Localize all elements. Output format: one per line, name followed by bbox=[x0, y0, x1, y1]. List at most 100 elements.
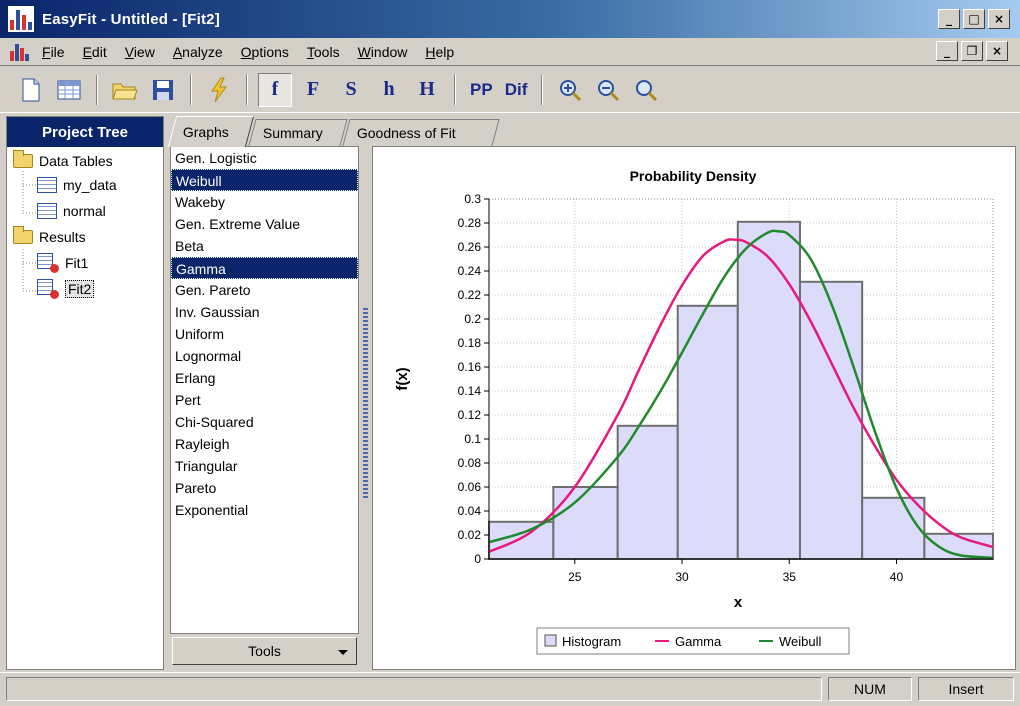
tree-node-table[interactable]: my_data bbox=[37, 177, 117, 193]
tab-goodness-of-fit[interactable]: Goodness of Fit bbox=[342, 119, 500, 146]
list-item[interactable]: Exponential bbox=[171, 499, 358, 521]
maximize-button[interactable]: □ bbox=[963, 9, 985, 29]
cumulative-hazard-graph-button[interactable]: H bbox=[410, 73, 444, 107]
x-tick-label: 30 bbox=[675, 570, 689, 584]
panel-splitter[interactable] bbox=[360, 148, 371, 668]
tools-label: Tools bbox=[248, 643, 281, 659]
x-tick-label: 25 bbox=[568, 570, 582, 584]
survival-graph-button[interactable]: S bbox=[334, 73, 368, 107]
table-icon bbox=[57, 80, 81, 99]
x-axis-label: x bbox=[734, 594, 743, 611]
hazard-graph-button[interactable]: h bbox=[372, 73, 406, 107]
tree-node-fit[interactable]: Fit1 bbox=[37, 253, 88, 273]
tree-node-results[interactable]: Results bbox=[13, 226, 86, 245]
list-item[interactable]: Gen. Extreme Value bbox=[171, 213, 358, 235]
y-tick-label: 0.16 bbox=[458, 360, 482, 374]
tab-graphs[interactable]: Graphs bbox=[167, 116, 255, 147]
menu-file[interactable]: File bbox=[42, 44, 65, 60]
save-button[interactable] bbox=[146, 73, 180, 107]
y-tick-label: 0.18 bbox=[458, 336, 482, 350]
list-item[interactable]: Rayleigh bbox=[171, 433, 358, 455]
tab-summary[interactable]: Summary bbox=[248, 119, 348, 146]
menu-tools[interactable]: Tools bbox=[307, 44, 340, 60]
doc-restore-button[interactable]: ❐ bbox=[961, 41, 983, 61]
difference-plot-button[interactable]: Dif bbox=[501, 73, 532, 107]
open-button[interactable] bbox=[108, 73, 142, 107]
new-file-button[interactable] bbox=[14, 73, 48, 107]
legend: Histogram Gamma Weibull bbox=[536, 627, 850, 655]
list-item-selected[interactable]: Weibull bbox=[171, 169, 358, 191]
doc-close-button[interactable]: × bbox=[986, 41, 1008, 61]
y-tick-label: 0.02 bbox=[458, 528, 482, 542]
tools-dropdown-button[interactable]: Tools bbox=[172, 637, 357, 665]
list-item[interactable]: Erlang bbox=[171, 367, 358, 389]
y-tick-label: 0.06 bbox=[458, 480, 482, 494]
list-item[interactable]: Triangular bbox=[171, 455, 358, 477]
pp-plot-button[interactable]: PP bbox=[466, 73, 497, 107]
list-item-selected[interactable]: Gamma bbox=[171, 257, 358, 279]
y-tick-label: 0.24 bbox=[458, 264, 482, 278]
list-item[interactable]: Gen. Logistic bbox=[171, 147, 358, 169]
lightning-icon bbox=[211, 77, 227, 102]
save-disk-icon bbox=[153, 79, 173, 100]
tab-label: Goodness of Fit bbox=[356, 125, 456, 141]
new-file-icon bbox=[22, 78, 40, 101]
list-item[interactable]: Pareto bbox=[171, 477, 358, 499]
menu-options[interactable]: Options bbox=[241, 44, 289, 60]
folder-icon bbox=[13, 150, 33, 168]
chevron-down-icon bbox=[338, 650, 348, 655]
list-item[interactable]: Beta bbox=[171, 235, 358, 257]
table-icon bbox=[37, 177, 57, 193]
cdf-graph-button[interactable]: F bbox=[296, 73, 330, 107]
window-title: EasyFit - Untitled - [Fit2] bbox=[42, 10, 220, 28]
tree-node-label: normal bbox=[63, 203, 106, 219]
zoom-in-button[interactable] bbox=[553, 73, 587, 107]
probability-density-chart: Probability Density 0 0.02 0.04 0.06 0.08 0.1… bbox=[394, 168, 995, 655]
list-item[interactable]: Lognormal bbox=[171, 345, 358, 367]
chart-panel: Probability Density 0 0.02 0.04 0.06 0.08 0.1… bbox=[372, 146, 1016, 670]
new-table-button[interactable] bbox=[52, 73, 86, 107]
list-item[interactable]: Pert bbox=[171, 389, 358, 411]
y-tick-label: 0 bbox=[474, 552, 481, 566]
y-tick-label: 0.04 bbox=[458, 504, 482, 518]
menu-view[interactable]: View bbox=[125, 44, 155, 60]
document-icon[interactable] bbox=[10, 43, 30, 61]
tree-node-label: my_data bbox=[63, 177, 117, 193]
menu-edit[interactable]: Edit bbox=[83, 44, 107, 60]
menu-help[interactable]: Help bbox=[425, 44, 454, 60]
menu-window[interactable]: Window bbox=[358, 44, 408, 60]
tree-node-table[interactable]: normal bbox=[37, 203, 106, 219]
histogram-bar bbox=[798, 280, 864, 561]
status-bar: NUM Insert bbox=[0, 672, 1020, 706]
histogram-bar bbox=[552, 486, 619, 560]
tree-node-fit-selected[interactable]: Fit2 bbox=[37, 279, 95, 299]
list-item[interactable]: Gen. Pareto bbox=[171, 279, 358, 301]
minimize-button[interactable]: _ bbox=[938, 9, 960, 29]
legend-histogram-swatch bbox=[544, 634, 557, 647]
project-tree-panel: Project Tree Data Tables my_data normal … bbox=[6, 116, 164, 670]
tree-node-label: Data Tables bbox=[39, 153, 113, 169]
num-lock-indicator: NUM bbox=[828, 677, 912, 701]
doc-minimize-button[interactable]: _ bbox=[936, 41, 958, 61]
pdf-graph-button[interactable]: f bbox=[258, 72, 292, 107]
y-tick-label: 0.26 bbox=[458, 240, 482, 254]
toolbar-separator bbox=[246, 74, 248, 105]
fit-icon bbox=[37, 253, 59, 273]
list-item[interactable]: Chi-Squared bbox=[171, 411, 358, 433]
status-message bbox=[6, 677, 822, 701]
close-button[interactable]: × bbox=[988, 9, 1010, 29]
fit-distributions-button[interactable] bbox=[202, 73, 236, 107]
document-window-controls: _ ❐ × bbox=[936, 41, 1008, 61]
tab-strip: Graphs Summary Goodness of Fit bbox=[166, 116, 1016, 147]
tree-node-data-tables[interactable]: Data Tables bbox=[13, 150, 113, 169]
list-item[interactable]: Uniform bbox=[171, 323, 358, 345]
zoom-reset-button[interactable] bbox=[629, 73, 663, 107]
list-item[interactable]: Inv. Gaussian bbox=[171, 301, 358, 323]
y-tick-label: 0.2 bbox=[464, 312, 481, 326]
menu-analyze[interactable]: Analyze bbox=[173, 44, 223, 60]
list-item[interactable]: Wakeby bbox=[171, 191, 358, 213]
zoom-out-button[interactable] bbox=[591, 73, 625, 107]
splitter-grip[interactable] bbox=[363, 308, 368, 498]
histogram-bar bbox=[736, 220, 801, 561]
y-tick-label: 0.14 bbox=[458, 384, 482, 398]
